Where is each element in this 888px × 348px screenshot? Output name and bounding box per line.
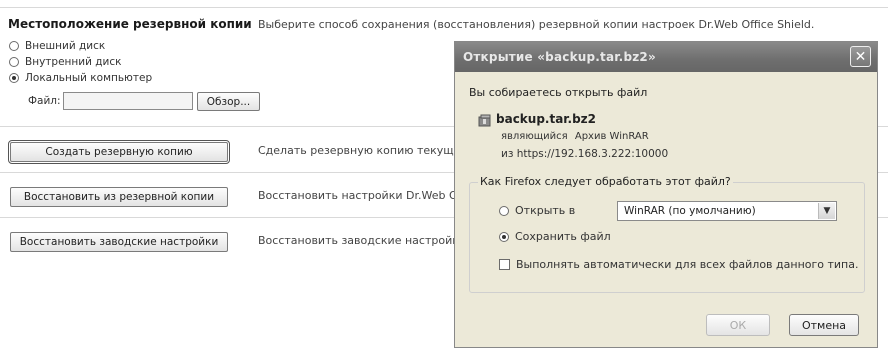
auto-action-checkbox[interactable] (499, 259, 510, 270)
create-backup-button[interactable]: Создать резервную копию (8, 140, 230, 164)
dialog-intro: Вы собираетесь открыть файл (469, 86, 648, 99)
restore-backup-description: Восстановить настройки Dr.Web Off (258, 189, 466, 202)
dialog-filename: backup.tar.bz2 (496, 112, 596, 126)
auto-action-label: Выполнять автоматически для всех файлов … (516, 258, 859, 271)
open-file-dialog: Открытие «backup.tar.bz2» ✕ Вы собираете… (454, 41, 878, 348)
radio-button[interactable] (9, 41, 19, 51)
radio-save-file[interactable]: Сохранить файл (499, 230, 611, 243)
action-question: Как Firefox следует обработать этот файл… (478, 175, 733, 188)
backup-location-title: Местоположение резервной копии (8, 17, 252, 31)
radio-button[interactable] (499, 231, 509, 242)
factory-reset-description: Восстановить заводские настройки (258, 234, 467, 247)
radio-local-computer[interactable]: Локальный компьютер (9, 72, 152, 84)
create-backup-description: Сделать резервную копию текущих (258, 144, 468, 157)
ok-button[interactable]: ОК (706, 314, 770, 336)
auto-action-checkbox-row[interactable]: Выполнять автоматически для всех файлов … (499, 258, 858, 271)
radio-button[interactable] (9, 73, 19, 83)
dialog-title: Открытие «backup.tar.bz2» (463, 50, 656, 64)
radio-label: Внутренний диск (25, 56, 122, 68)
top-divider (0, 7, 888, 8)
radio-external-disk[interactable]: Внешний диск (9, 40, 105, 52)
file-path-input[interactable] (63, 92, 193, 110)
close-icon[interactable]: ✕ (850, 46, 871, 67)
open-with-value: WinRAR (по умолчанию) (624, 205, 756, 217)
radio-open-with[interactable]: Открыть в (499, 204, 575, 217)
file-type-value: Архив WinRAR (574, 131, 649, 142)
action-group: Как Firefox следует обработать этот файл… (469, 175, 865, 293)
chevron-down-icon[interactable]: ▼ (818, 203, 835, 219)
factory-reset-button[interactable]: Восстановить заводские настройки (10, 232, 228, 252)
file-type-prefix: являющийся (501, 131, 568, 142)
radio-label: Внешний диск (25, 40, 106, 52)
open-with-select[interactable]: WinRAR (по умолчанию) ▼ (617, 201, 837, 221)
file-source-url: из https://192.168.3.222:10000 (501, 148, 669, 160)
backup-location-description: Выберите способ сохранения (восстановлен… (258, 18, 815, 31)
restore-backup-button[interactable]: Восстановить из резервной копии (10, 187, 228, 207)
browse-button[interactable]: Обзор... (197, 92, 260, 111)
save-file-label: Сохранить файл (515, 230, 611, 243)
file-label: Файл: (28, 95, 61, 107)
radio-internal-disk[interactable]: Внутренний диск (9, 56, 121, 68)
archive-file-icon (477, 113, 493, 129)
cancel-button[interactable]: Отмена (789, 314, 859, 336)
radio-label: Локальный компьютер (25, 72, 153, 84)
open-with-label: Открыть в (515, 204, 576, 217)
radio-button[interactable] (9, 57, 19, 67)
radio-button[interactable] (499, 205, 509, 216)
dialog-titlebar[interactable]: Открытие «backup.tar.bz2» ✕ (455, 42, 877, 72)
